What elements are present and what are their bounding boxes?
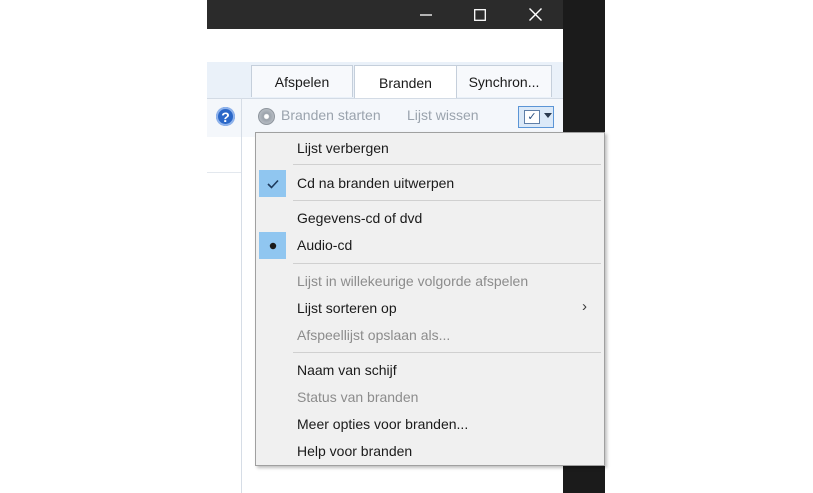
maximize-icon: [474, 8, 486, 21]
menu-item-audio-cd[interactable]: Audio-cd: [256, 232, 604, 259]
minimize-icon: [420, 13, 432, 16]
tab-afspelen[interactable]: Afspelen: [251, 65, 353, 97]
menu-separator: [293, 164, 601, 165]
menu-separator: [293, 352, 601, 353]
menu-item-disc-name[interactable]: Naam van schijf: [256, 357, 604, 384]
chevron-right-icon: ›: [582, 298, 587, 315]
menu-item-burn-status[interactable]: Status van branden: [256, 384, 604, 411]
maximize-button[interactable]: [457, 0, 503, 29]
burn-options-menu: Lijst verbergen Cd na branden uitwerpen …: [255, 132, 605, 466]
address-band: [207, 29, 563, 62]
minimize-button[interactable]: [403, 0, 449, 29]
divider: [207, 172, 241, 173]
menu-item-eject-after-burn[interactable]: Cd na branden uitwerpen: [256, 170, 604, 197]
clear-list-button[interactable]: Lijst wissen: [407, 107, 479, 123]
menu-separator: [293, 200, 601, 201]
tab-synchroniseren[interactable]: Synchron...: [456, 65, 552, 97]
help-icon[interactable]: ?: [216, 107, 235, 126]
menu-item-sort-list[interactable]: Lijst sorteren op ›: [256, 295, 604, 322]
options-checklist-icon: ✓: [524, 110, 540, 124]
menu-item-burn-help[interactable]: Help voor branden: [256, 438, 604, 465]
tab-branden[interactable]: Branden: [354, 65, 457, 99]
menu-item-data-disc[interactable]: Gegevens-cd of dvd: [256, 205, 604, 232]
menu-item-shuffle-list[interactable]: Lijst in willekeurige volgorde afspelen: [256, 268, 604, 295]
menu-item-hide-list[interactable]: Lijst verbergen: [256, 135, 604, 162]
title-bar[interactable]: [207, 0, 563, 29]
navigation-pane: [207, 137, 241, 493]
start-burn-button[interactable]: Branden starten: [281, 107, 381, 123]
chevron-down-icon: [544, 113, 552, 118]
menu-item-more-burn-options[interactable]: Meer opties voor branden...: [256, 411, 604, 438]
menu-item-save-playlist[interactable]: Afspeellijst opslaan als...: [256, 322, 604, 349]
check-icon: [259, 170, 286, 197]
close-icon: [528, 8, 542, 21]
radio-dot-icon: [259, 232, 286, 259]
menu-separator: [293, 263, 601, 264]
close-button[interactable]: [512, 0, 558, 29]
burn-options-button[interactable]: ✓: [518, 106, 554, 128]
disc-icon: [258, 108, 275, 125]
